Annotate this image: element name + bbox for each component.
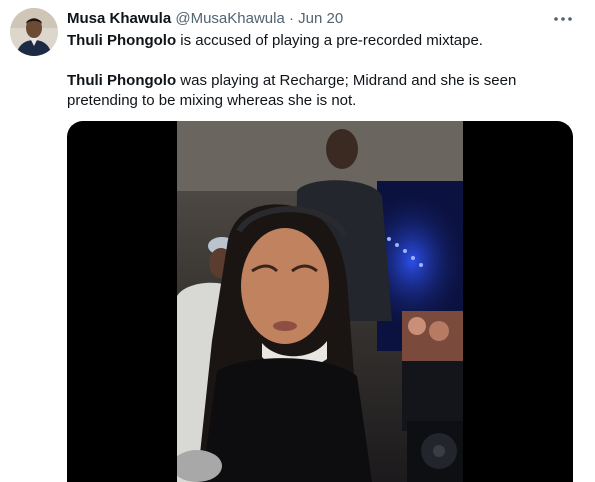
author-name[interactable]: Musa Khawula — [67, 10, 171, 27]
tweet-text: Thuli Phongolo is accused of playing a p… — [67, 31, 572, 111]
paragraph-text: is accused of playing a pre-recorded mix… — [176, 32, 483, 49]
separator-dot: · — [288, 10, 294, 27]
avatar-image — [10, 8, 58, 56]
tweet-card[interactable]: Musa Khawula @MusaKhawula · Jun 20 Thuli… — [0, 0, 595, 482]
video-frame[interactable] — [177, 121, 463, 482]
author-handle[interactable]: @MusaKhawula — [175, 10, 284, 27]
avatar[interactable] — [10, 8, 58, 56]
tweet-media[interactable] — [67, 121, 573, 482]
tweet-header: Musa Khawula @MusaKhawula · Jun 20 — [67, 9, 343, 29]
video-thumbnail — [177, 121, 463, 482]
tweet-paragraph-2: Thuli Phongolo was playing at Recharge; … — [67, 71, 572, 111]
ellipsis-icon[interactable] — [551, 9, 575, 29]
tweet-date[interactable]: Jun 20 — [298, 10, 343, 27]
highlighted-name: Thuli Phongolo — [67, 72, 177, 89]
highlighted-name: Thuli Phongolo — [67, 32, 177, 49]
tweet-paragraph-1: Thuli Phongolo is accused of playing a p… — [67, 31, 572, 51]
